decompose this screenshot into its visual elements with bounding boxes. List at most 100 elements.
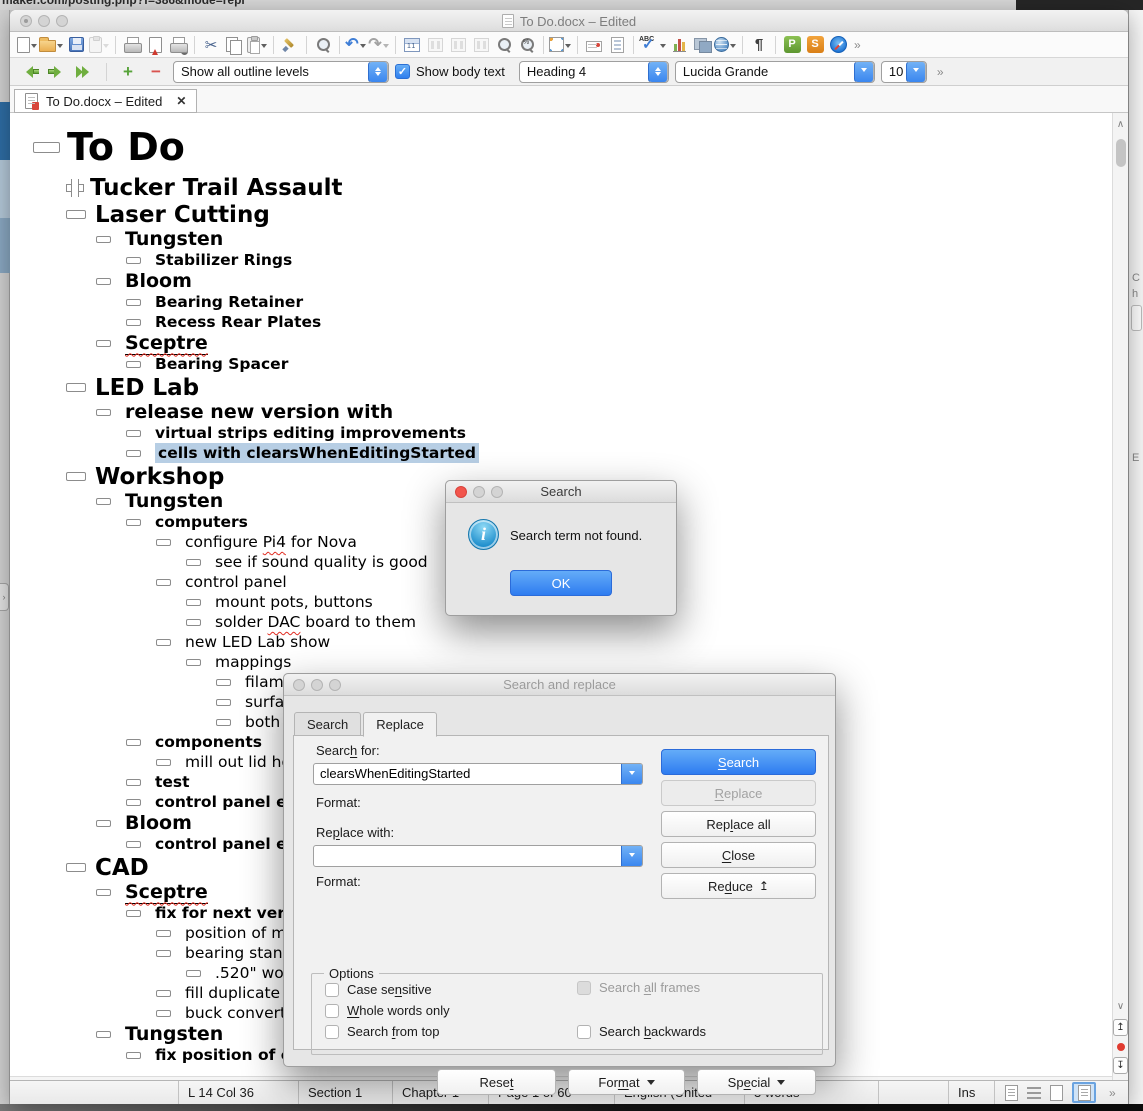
case-sensitive-option[interactable]: Case sensitive (325, 982, 432, 997)
sidebar-reveal-handle[interactable]: › (0, 583, 9, 611)
collapse-marker-icon[interactable] (96, 409, 111, 416)
outline-item-text[interactable]: configure Pi4 for Nova (185, 533, 357, 551)
outline-item-text[interactable]: test (155, 773, 190, 791)
outline-item[interactable]: Bloom (10, 270, 1112, 292)
outline-item[interactable]: Stabilizer Rings (10, 250, 1112, 270)
outline-item[interactable]: Bearing Retainer (10, 292, 1112, 312)
status-segment[interactable]: Ins (949, 1081, 995, 1104)
outline-toolbar-overflow[interactable]: » (937, 65, 944, 79)
collapse-marker-icon[interactable] (126, 799, 141, 806)
open-button[interactable] (39, 34, 64, 56)
collapse-marker-icon[interactable] (156, 579, 171, 586)
outline-item-text[interactable]: control panel ele (155, 835, 302, 853)
outline-item[interactable]: LED Lab (10, 374, 1112, 401)
collapse-marker-icon[interactable] (126, 1052, 141, 1059)
reset-button[interactable]: Reset (437, 1069, 556, 1095)
hyperlink-button[interactable] (714, 34, 737, 56)
search-button[interactable]: Search (661, 749, 816, 775)
outline-levels-select[interactable]: Show all outline levels (173, 61, 389, 83)
zoom-percent-button[interactable]: % (516, 34, 538, 56)
next-page-button[interactable]: ↧ (1113, 1057, 1128, 1074)
collapse-marker-icon[interactable] (126, 430, 141, 437)
chevron-down-icon[interactable] (621, 764, 642, 784)
spellcheck-button[interactable]: ABC✓ (639, 34, 667, 56)
chevron-down-icon[interactable] (906, 61, 926, 83)
dialog-titlebar[interactable]: Search (446, 481, 676, 503)
outline-item-text[interactable]: To Do (67, 125, 185, 169)
find-button[interactable] (312, 34, 334, 56)
vertical-scroll-thumb[interactable] (1116, 139, 1126, 167)
outline-item-text[interactable]: Tungsten (125, 1023, 223, 1045)
outline-item-text[interactable]: .520" wor (215, 964, 290, 982)
outline-item-text[interactable]: fix position of co (155, 1046, 301, 1064)
outline-item[interactable]: cells with clearsWhenEditingStarted (10, 443, 1112, 463)
collapse-marker-icon[interactable] (216, 679, 231, 686)
font-size-select[interactable]: 10 (881, 61, 927, 83)
outline-item-text[interactable]: components (155, 733, 262, 751)
print-preview-button[interactable] (167, 34, 189, 56)
replace-button[interactable]: Replace (661, 780, 816, 806)
collapse-marker-icon[interactable] (186, 970, 201, 977)
insert-section-button[interactable] (424, 34, 446, 56)
collapse-marker-icon[interactable] (96, 820, 111, 827)
safari-button[interactable] (827, 34, 849, 56)
collapse-marker-icon[interactable] (126, 910, 141, 917)
column-button[interactable] (447, 34, 469, 56)
insert-comment-button[interactable] (583, 34, 605, 56)
blank-page-view-icon[interactable] (1050, 1085, 1063, 1101)
expand-marker-icon[interactable] (66, 179, 84, 197)
scroll-up-icon[interactable]: ∧ (1113, 119, 1128, 130)
collapse-marker-icon[interactable] (126, 450, 141, 457)
collapse-button[interactable]: − (145, 61, 167, 83)
paste-button[interactable] (246, 34, 268, 56)
collapse-marker-icon[interactable] (66, 472, 86, 481)
expand-button[interactable]: + (117, 61, 139, 83)
save-button[interactable] (65, 34, 87, 56)
search-from-top-option[interactable]: Search from top (325, 1024, 440, 1039)
document-tab[interactable]: To Do.docx – Edited ✕ (14, 89, 197, 113)
outline-item-text[interactable]: bearing stand (185, 944, 292, 962)
clone-formatting-button[interactable] (279, 34, 301, 56)
collapse-marker-icon[interactable] (186, 659, 201, 666)
outline-item-text[interactable]: release new version with (125, 401, 393, 423)
search-backwards-option[interactable]: Search backwards (577, 1024, 706, 1039)
search-for-combobox[interactable]: clearsWhenEditingStarted (313, 763, 643, 785)
special-menu-button[interactable]: Special (697, 1069, 816, 1095)
outline-item-text[interactable]: Sceptre (125, 881, 208, 904)
collapse-marker-icon[interactable] (126, 519, 141, 526)
outline-item-text[interactable]: control panel ele (155, 793, 302, 811)
ok-button[interactable]: OK (510, 570, 612, 596)
insert-footnote-button[interactable] (606, 34, 628, 56)
outline-item[interactable]: To Do (10, 120, 1112, 174)
outline-item-text[interactable]: both (245, 713, 280, 731)
close-button[interactable]: Close (661, 842, 816, 868)
outline-item-text[interactable]: computers (155, 513, 248, 531)
stepper-icon[interactable] (648, 61, 668, 83)
statusbar-overflow[interactable]: » (1109, 1086, 1116, 1100)
redo-button[interactable]: ↷ (368, 34, 390, 56)
outline-item-text[interactable]: control panel (185, 573, 287, 591)
collapse-marker-icon[interactable] (126, 739, 141, 746)
gallery-button[interactable] (691, 34, 713, 56)
single-page-view-icon[interactable] (1005, 1085, 1018, 1101)
book-view-active-icon[interactable] (1072, 1082, 1096, 1103)
scroll-down-icon[interactable]: ∨ (1113, 1001, 1128, 1012)
export-pdf-button[interactable] (144, 34, 166, 56)
outline-item-text[interactable]: Tungsten (125, 228, 223, 250)
collapse-marker-icon[interactable] (156, 1010, 171, 1017)
outline-item-text[interactable]: Tungsten (125, 490, 223, 512)
print-button[interactable] (121, 34, 143, 56)
collapse-marker-icon[interactable] (216, 699, 231, 706)
status-segment[interactable]: L 14 Col 36 (179, 1081, 299, 1104)
copy-button[interactable] (223, 34, 245, 56)
outline-item-text[interactable]: solder DAC board to them (215, 613, 416, 631)
tab-replace[interactable]: Replace (363, 712, 437, 737)
status-segment[interactable] (879, 1081, 949, 1104)
outline-item[interactable]: new LED Lab show (10, 632, 1112, 652)
show-body-text-checkbox[interactable]: ✓ (395, 64, 410, 79)
outline-item[interactable]: mappings (10, 652, 1112, 672)
checkbox-icon[interactable] (325, 1025, 339, 1039)
collapse-marker-icon[interactable] (156, 539, 171, 546)
collapse-marker-icon[interactable] (126, 299, 141, 306)
undo-button[interactable]: ↶ (345, 34, 367, 56)
